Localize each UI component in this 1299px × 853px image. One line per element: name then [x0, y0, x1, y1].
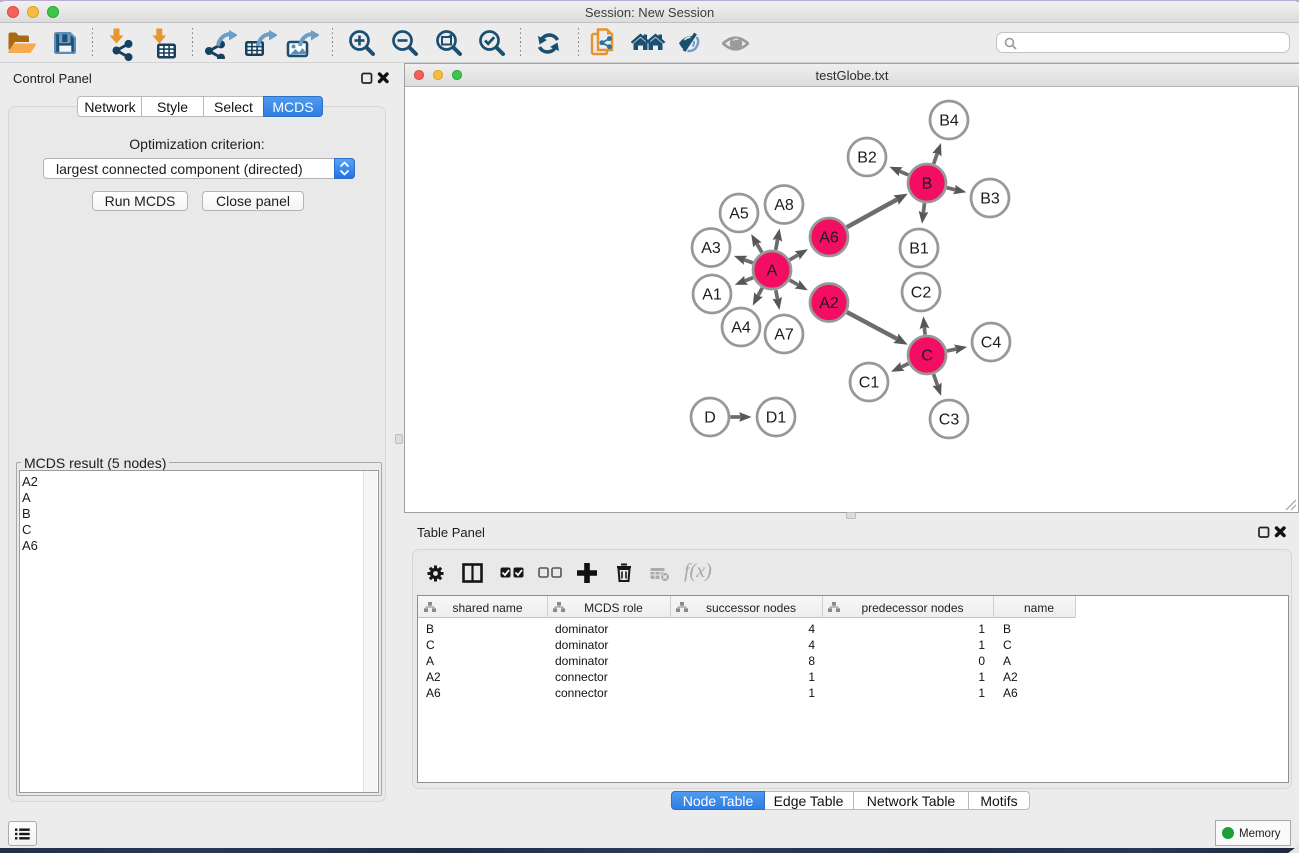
svg-text:B4: B4 — [939, 113, 959, 130]
svg-text:A5: A5 — [729, 206, 749, 223]
svg-text:D: D — [704, 410, 716, 427]
svg-text:B: B — [922, 176, 933, 193]
svg-text:A7: A7 — [774, 327, 794, 344]
svg-text:C3: C3 — [939, 412, 960, 429]
svg-text:A6: A6 — [819, 230, 839, 247]
svg-text:C1: C1 — [859, 375, 880, 392]
svg-text:C: C — [921, 348, 933, 365]
svg-text:A1: A1 — [702, 287, 722, 304]
svg-text:C4: C4 — [981, 335, 1002, 352]
svg-text:B3: B3 — [980, 191, 1000, 208]
svg-text:B2: B2 — [857, 150, 877, 167]
svg-text:A4: A4 — [731, 320, 751, 337]
svg-text:A: A — [767, 263, 778, 280]
svg-text:A2: A2 — [819, 295, 839, 312]
svg-text:B1: B1 — [909, 241, 929, 258]
svg-text:A3: A3 — [701, 240, 721, 257]
svg-text:C2: C2 — [911, 285, 932, 302]
svg-text:A8: A8 — [774, 197, 794, 214]
svg-text:D1: D1 — [766, 410, 787, 427]
